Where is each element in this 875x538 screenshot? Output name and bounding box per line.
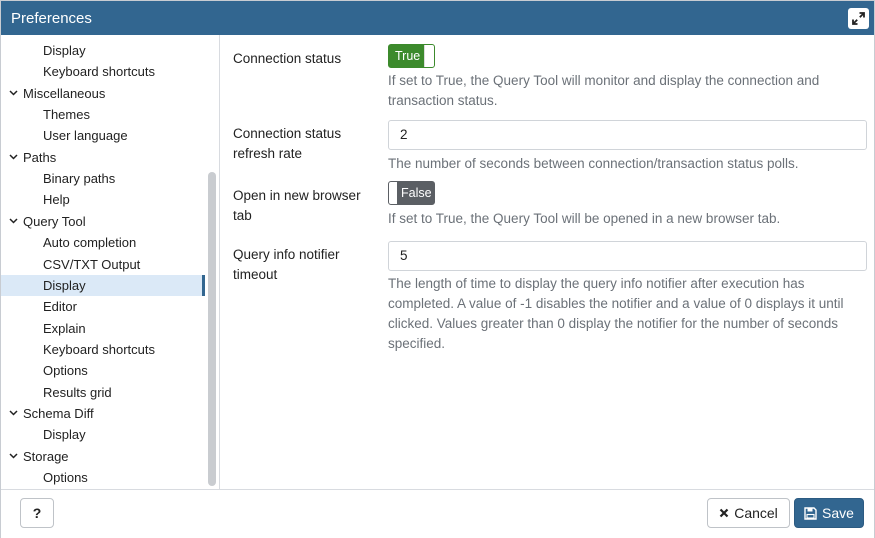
preferences-tree-panel: Display Keyboard shortcuts Miscellaneous Th… <box>1 35 220 489</box>
tree-scrollbar-thumb[interactable] <box>208 172 216 486</box>
tree-item[interactable]: Explain <box>1 318 205 339</box>
floppy-disk-icon <box>804 506 817 520</box>
tree-item-label: Miscellaneous <box>23 85 106 101</box>
toggle-state-text: True <box>395 49 421 63</box>
dialog-titlebar[interactable]: Preferences <box>1 1 874 35</box>
tree-item[interactable]: Help <box>1 189 205 210</box>
close-icon <box>719 508 729 518</box>
tree-item[interactable]: User language <box>1 125 205 146</box>
new-tab-help: If set to True, the Query Tool will be o… <box>388 211 781 226</box>
connection-status-label: Connection status <box>233 51 342 66</box>
tree-item-label: Editor <box>43 299 77 315</box>
tree-group[interactable]: Query Tool <box>1 211 205 232</box>
new-tab-label-line1: Open in new browser <box>233 188 361 203</box>
connection-status-help: If set to True, the Query Tool will moni… <box>388 73 820 108</box>
tree-item-label: Display <box>43 43 86 58</box>
tree-item-label: Display <box>43 427 86 443</box>
chevron-down-icon[interactable] <box>8 446 18 467</box>
tree-item[interactable]: Binary paths <box>1 168 205 189</box>
notifier-timeout-help: The length of time to display the query … <box>388 276 844 351</box>
tree-item-label: Themes <box>43 107 90 123</box>
tree-item-label: Display <box>43 277 86 293</box>
tree-item-label: Options <box>43 470 88 485</box>
notifier-timeout-label-line2: timeout <box>233 267 278 282</box>
tree-item-label: Explain <box>43 320 86 336</box>
tree-item-label: Help <box>43 192 70 208</box>
refresh-rate-label-line2: refresh rate <box>233 146 303 161</box>
refresh-rate-label-line1: Connection status <box>233 126 342 141</box>
tree-item[interactable]: Auto completion <box>1 232 205 253</box>
chevron-down-icon[interactable] <box>8 403 18 424</box>
preferences-dialog: Preferences Display Keyboard shortcuts Mis… <box>0 0 875 538</box>
tree-item-label: Options <box>43 363 88 379</box>
dialog-footer: ? Cancel Save <box>1 489 874 538</box>
expand-icon <box>852 12 865 25</box>
notifier-timeout-label: Query info notifier timeout <box>233 245 340 285</box>
help-button[interactable]: ? <box>20 498 54 528</box>
tree-item-label: Query Tool <box>23 213 86 229</box>
tree-item[interactable]: Display <box>1 274 205 296</box>
connection-status-toggle[interactable]: True <box>388 44 435 68</box>
tree-item[interactable]: Editor <box>1 296 205 317</box>
tree-item-label: Storage <box>23 448 69 464</box>
tree-item[interactable]: Options <box>1 360 205 381</box>
chevron-down-icon[interactable] <box>8 147 18 168</box>
dialog-title: Preferences <box>11 10 92 27</box>
maximize-button[interactable] <box>848 8 869 29</box>
tree-item-label: Results grid <box>43 384 112 400</box>
tree-item[interactable]: Display <box>1 40 205 61</box>
cancel-button[interactable]: Cancel <box>707 498 790 528</box>
tree-item-label: Keyboard shortcuts <box>43 341 156 357</box>
tree-group[interactable]: Schema Diff <box>1 403 205 424</box>
tree-item-label: CSV/TXT Output <box>43 256 141 272</box>
tree-item-label: User language <box>43 128 128 144</box>
toggle-knob <box>424 45 434 67</box>
tree-item-label: Binary paths <box>43 171 116 187</box>
tree-group[interactable]: Miscellaneous <box>1 83 205 104</box>
tree-item[interactable]: Display <box>1 424 205 445</box>
notifier-timeout-input[interactable]: 5 <box>388 241 867 271</box>
tree-item-label: Schema Diff <box>23 405 94 421</box>
toggle-state-text: False <box>401 186 432 200</box>
refresh-rate-label: Connection status refresh rate <box>233 124 341 164</box>
new-tab-toggle[interactable]: False <box>388 181 435 205</box>
new-tab-label: Open in new browser tab <box>233 186 361 226</box>
tree-item[interactable]: Themes <box>1 104 205 125</box>
tree-item-label: Paths <box>23 149 57 165</box>
tree-item[interactable]: CSV/TXT Output <box>1 254 205 275</box>
refresh-rate-help: The number of seconds between connection… <box>388 156 799 171</box>
chevron-down-icon[interactable] <box>8 211 18 232</box>
tree-item[interactable]: Keyboard shortcuts <box>1 61 205 82</box>
chevron-down-icon[interactable] <box>8 83 18 104</box>
refresh-rate-input[interactable]: 2 <box>388 120 867 150</box>
notifier-timeout-label-line1: Query info notifier <box>233 247 340 262</box>
tree-item-label: Auto completion <box>43 235 137 251</box>
cancel-label: Cancel <box>734 505 778 521</box>
tree-item[interactable]: Keyboard shortcuts <box>1 339 205 360</box>
tree-group[interactable]: Paths <box>1 147 205 168</box>
new-tab-label-line2: tab <box>233 208 252 223</box>
tree-item-label: Keyboard shortcuts <box>43 64 156 80</box>
tree-group[interactable]: Storage <box>1 446 205 467</box>
toggle-knob <box>389 182 397 204</box>
preferences-content: Connection status True If set to True, t… <box>221 35 874 489</box>
tree-item[interactable]: Results grid <box>1 382 205 403</box>
save-label: Save <box>822 505 854 521</box>
save-button[interactable]: Save <box>794 498 864 528</box>
tree-item[interactable]: Options <box>1 467 205 488</box>
